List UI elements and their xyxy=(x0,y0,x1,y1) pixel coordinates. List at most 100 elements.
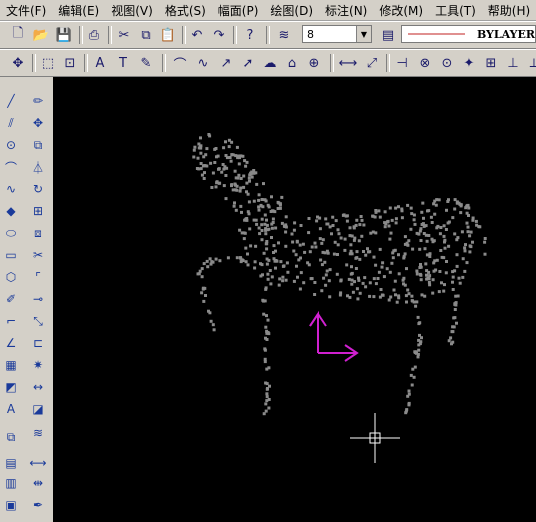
open-file-icon[interactable]: 📂 xyxy=(31,25,51,45)
line-icon[interactable]: ╱ xyxy=(1,91,21,111)
menu-tools[interactable]: 工具(T) xyxy=(429,2,482,19)
table-icon[interactable]: ▤ xyxy=(1,453,21,473)
text-tool-icon[interactable]: A xyxy=(1,399,21,419)
layer-combo[interactable]: 8 ▼ xyxy=(302,25,372,43)
snap-center-icon[interactable]: ⊙ xyxy=(437,53,457,73)
cloud-tool-icon[interactable]: ☁ xyxy=(260,53,280,73)
save-icon[interactable]: 💾 xyxy=(54,25,74,45)
snap-tangent-icon[interactable]: ⟂ xyxy=(524,53,536,73)
horse-point xyxy=(346,294,349,298)
point-icon[interactable]: ◆ xyxy=(1,201,21,221)
text-icon[interactable]: A xyxy=(90,53,110,73)
polyline-tool-icon[interactable]: ↗ xyxy=(216,53,236,73)
construction-line-icon[interactable]: ⫽ xyxy=(1,113,21,133)
horse-point xyxy=(442,256,446,260)
horse-point xyxy=(280,221,284,225)
drawing-svg[interactable] xyxy=(53,77,536,522)
fillet-icon[interactable]: ⌜ xyxy=(28,267,48,287)
spline-icon[interactable]: ∿ xyxy=(1,179,21,199)
new-file-icon[interactable]: 🗋 xyxy=(8,25,28,45)
menu-view[interactable]: 视图(V) xyxy=(105,2,159,19)
scale-icon[interactable]: ⧈ xyxy=(28,223,48,243)
horse-point xyxy=(233,201,236,205)
pan-icon[interactable]: ✥ xyxy=(8,53,28,73)
hatch-icon[interactable]: ▦ xyxy=(1,355,21,375)
angle-icon[interactable]: ∠ xyxy=(1,333,21,353)
region-icon[interactable]: ◩ xyxy=(1,377,21,397)
arc-tool-icon[interactable]: ⌒ xyxy=(170,53,190,73)
horse-point xyxy=(201,286,205,290)
layers-icon[interactable]: ≋ xyxy=(274,25,294,45)
match-icon[interactable]: ◪ xyxy=(28,399,48,419)
chevron-down-icon[interactable]: ▼ xyxy=(356,26,371,42)
extend-icon[interactable]: ⊸ xyxy=(28,289,48,309)
horse-point xyxy=(361,281,365,285)
property-icon[interactable]: ✒ xyxy=(28,495,48,515)
snap-endpoint-icon[interactable]: ⊣ xyxy=(392,53,412,73)
snap-insert-icon[interactable]: ⊞ xyxy=(481,53,501,73)
sketch-icon[interactable]: ✐ xyxy=(1,289,21,309)
arc-icon[interactable]: ⌒ xyxy=(1,157,21,177)
trim-icon[interactable]: ✂ xyxy=(28,245,48,265)
layer-tool-icon[interactable]: ≋ xyxy=(28,423,48,443)
menu-edit[interactable]: 编辑(E) xyxy=(52,2,105,19)
dim-edit-icon[interactable]: ⇹ xyxy=(28,473,48,493)
array-icon[interactable]: ⊞ xyxy=(28,201,48,221)
snap-node-icon[interactable]: ✦ xyxy=(459,53,479,73)
horse-point xyxy=(259,274,263,278)
dim-style-icon[interactable]: ⟷ xyxy=(28,453,48,473)
circle-icon[interactable]: ⊙ xyxy=(1,135,21,155)
menu-layout[interactable]: 幅面(P) xyxy=(212,2,265,19)
copy-object-icon[interactable]: ⧉ xyxy=(28,135,48,155)
menu-dimension[interactable]: 标注(N) xyxy=(319,2,373,19)
horse-point xyxy=(366,247,369,251)
polygon-icon[interactable]: ⬡ xyxy=(1,267,21,287)
menu-draw[interactable]: 绘图(D) xyxy=(264,2,319,19)
attribute-icon[interactable]: ▥ xyxy=(1,473,21,493)
corner-icon[interactable]: ⌐ xyxy=(1,311,21,331)
horse-point xyxy=(240,210,243,214)
spline-tool-icon[interactable]: ∿ xyxy=(193,53,213,73)
menu-help[interactable]: 帮助(H) xyxy=(482,2,536,19)
snap-perp-icon[interactable]: ⊥ xyxy=(503,53,523,73)
insert-tool-icon[interactable]: ⊕ xyxy=(304,53,324,73)
block-tool-icon[interactable]: ⌂ xyxy=(282,53,302,73)
linear-dim-icon[interactable]: ⟷ xyxy=(338,53,358,73)
horse-point-cloud xyxy=(192,133,487,416)
explode-icon[interactable]: ✷ xyxy=(28,355,48,375)
redo-icon[interactable]: ↷ xyxy=(209,25,229,45)
horse-point xyxy=(252,169,256,172)
horse-point xyxy=(199,136,202,140)
ellipse-icon[interactable]: ⬭ xyxy=(1,223,21,243)
aligned-dim-icon[interactable]: ⤢ xyxy=(362,53,382,73)
zoom-extents-icon[interactable]: ⊡ xyxy=(60,53,80,73)
erase-icon[interactable]: ✏ xyxy=(28,91,48,111)
horse-point xyxy=(322,276,326,280)
paste-icon[interactable]: 📋 xyxy=(158,25,178,45)
rectangle-icon[interactable]: ▭ xyxy=(1,245,21,265)
menu-modify[interactable]: 修改(M) xyxy=(373,2,429,19)
cut-icon[interactable]: ✂ xyxy=(114,25,134,45)
block-insert-icon[interactable]: ⧉ xyxy=(1,427,21,447)
print-icon[interactable]: ⎙ xyxy=(84,25,104,45)
mtext-icon[interactable]: T xyxy=(113,53,133,73)
copy-icon[interactable]: ⧉ xyxy=(136,25,156,45)
linetype-combo[interactable]: BYLAYER xyxy=(401,25,536,43)
rotate-icon[interactable]: ↻ xyxy=(28,179,48,199)
drawing-canvas[interactable] xyxy=(53,77,536,522)
break-icon[interactable]: ⊏ xyxy=(28,333,48,353)
linetype-icon[interactable]: ▤ xyxy=(378,25,398,45)
menu-file[interactable]: 文件(F) xyxy=(0,2,52,19)
edit-text-icon[interactable]: ✎ xyxy=(136,53,156,73)
layout-icon[interactable]: ▣ xyxy=(1,495,21,515)
lengthen-icon[interactable]: ↔ xyxy=(28,377,48,397)
arrow-tool-icon[interactable]: ➚ xyxy=(238,53,258,73)
zoom-window-icon[interactable]: ⬚ xyxy=(38,53,58,73)
help-icon[interactable]: ? xyxy=(240,25,260,45)
snap-midpoint-icon[interactable]: ⊗ xyxy=(415,53,435,73)
mirror-icon[interactable]: ⏃ xyxy=(28,157,48,177)
move-icon[interactable]: ✥ xyxy=(28,113,48,133)
stretch-icon[interactable]: ⤡ xyxy=(28,311,48,331)
undo-icon[interactable]: ↶ xyxy=(187,25,207,45)
menu-format[interactable]: 格式(S) xyxy=(159,2,212,19)
